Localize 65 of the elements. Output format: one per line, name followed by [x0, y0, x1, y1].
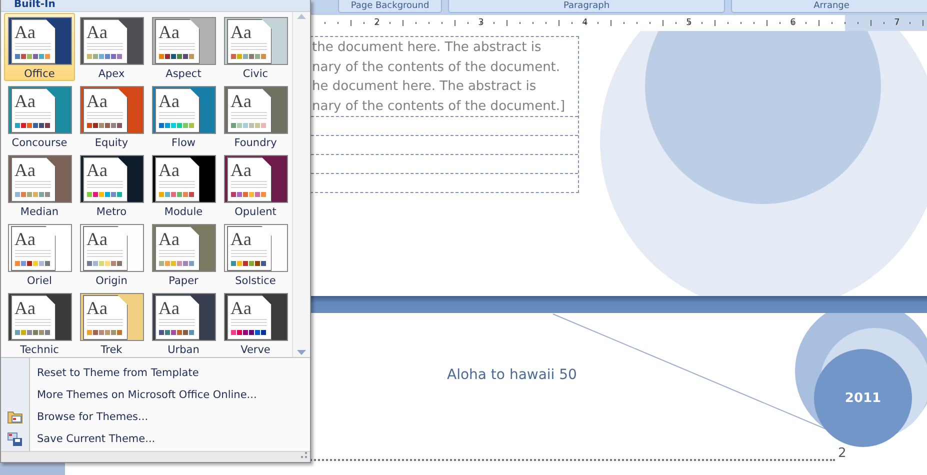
- ribbon-group-label: Arrange: [731, 0, 927, 13]
- theme-option[interactable]: Aa Paper: [148, 220, 219, 288]
- ribbon-group-label: Page Background: [338, 0, 442, 13]
- theme-option[interactable]: Aa Origin: [76, 220, 147, 288]
- abstract-text: he document here. The abstract is: [312, 78, 538, 96]
- ruler-number: 5: [685, 17, 693, 30]
- theme-option[interactable]: Aa Urban: [148, 289, 219, 357]
- theme-sample-text: Aa: [158, 23, 180, 41]
- theme-sample-text: Aa: [86, 161, 108, 179]
- theme-option[interactable]: Aa Technic: [4, 289, 75, 357]
- theme-sample-text: Aa: [230, 230, 252, 248]
- theme-option[interactable]: Aa Aspect: [148, 13, 219, 81]
- theme-sample-text: Aa: [86, 299, 108, 317]
- scroll-down-icon[interactable]: [296, 350, 306, 355]
- ruler-number: 7: [893, 17, 901, 30]
- menu-item[interactable]: Browse for Themes...: [1, 406, 310, 428]
- theme-option[interactable]: Aa Verve: [220, 289, 291, 357]
- theme-sample-text: Aa: [14, 299, 36, 317]
- folder-icon: [7, 410, 23, 424]
- theme-sample-text: Aa: [86, 23, 108, 41]
- theme-option[interactable]: Aa Apex: [76, 13, 147, 81]
- theme-option[interactable]: Aa Civic: [220, 13, 291, 81]
- abstract-text: nary of the contents of the document.: [312, 58, 562, 76]
- theme-sample-text: Aa: [158, 299, 180, 317]
- theme-sample-text: Aa: [86, 230, 108, 248]
- theme-sample-text: Aa: [158, 92, 180, 110]
- theme-sample-text: Aa: [158, 230, 180, 248]
- menu-item[interactable]: Save Current Theme...: [1, 428, 310, 450]
- resize-grip-icon[interactable]: [301, 452, 307, 458]
- year-text: 2011: [844, 390, 882, 406]
- theme-sample-text: Aa: [14, 230, 36, 248]
- theme-option[interactable]: Aa Opulent: [220, 151, 291, 219]
- theme-option[interactable]: Aa Concourse: [4, 82, 75, 150]
- abstract-text: the document here. The abstract is: [312, 39, 542, 57]
- ruler-number: 2: [373, 17, 381, 30]
- theme-sample-text: Aa: [230, 161, 252, 179]
- menu-item[interactable]: Reset to Theme from Template: [1, 362, 310, 384]
- abstract-text: nary of the contents of the document.]: [312, 98, 566, 116]
- save-icon: [7, 432, 23, 446]
- scrollbar[interactable]: [292, 12, 309, 357]
- ribbon-group-label: Paragraph: [448, 0, 725, 13]
- theme-option[interactable]: Aa Median: [4, 151, 75, 219]
- theme-sample-text: Aa: [14, 23, 36, 41]
- theme-sample-text: Aa: [14, 161, 36, 179]
- theme-option[interactable]: Aa Module: [148, 151, 219, 219]
- ruler-number: 4: [581, 17, 589, 30]
- theme-sample-text: Aa: [14, 92, 36, 110]
- page-title: Aloha to hawaii 50: [447, 367, 577, 383]
- theme-option[interactable]: Aa Oriel: [4, 220, 75, 288]
- theme-option[interactable]: Aa Metro: [76, 151, 147, 219]
- page-number: 2: [838, 446, 846, 461]
- theme-sample-text: Aa: [230, 299, 252, 317]
- theme-sample-text: Aa: [86, 92, 108, 110]
- ruler-number: 6: [789, 17, 797, 30]
- theme-option[interactable]: Aa Office: [4, 13, 75, 81]
- theme-option[interactable]: Aa Solstice: [220, 220, 291, 288]
- menu-item[interactable]: More Themes on Microsoft Office Online...: [1, 384, 310, 406]
- theme-sample-text: Aa: [230, 23, 252, 41]
- theme-sample-text: Aa: [230, 92, 252, 110]
- theme-option[interactable]: Aa Foundry: [220, 82, 291, 150]
- theme-option[interactable]: Aa Flow: [148, 82, 219, 150]
- theme-option[interactable]: Aa Trek: [76, 289, 147, 357]
- theme-sample-text: Aa: [158, 161, 180, 179]
- ruler-number: 3: [477, 17, 485, 30]
- theme-option[interactable]: Aa Equity: [76, 82, 147, 150]
